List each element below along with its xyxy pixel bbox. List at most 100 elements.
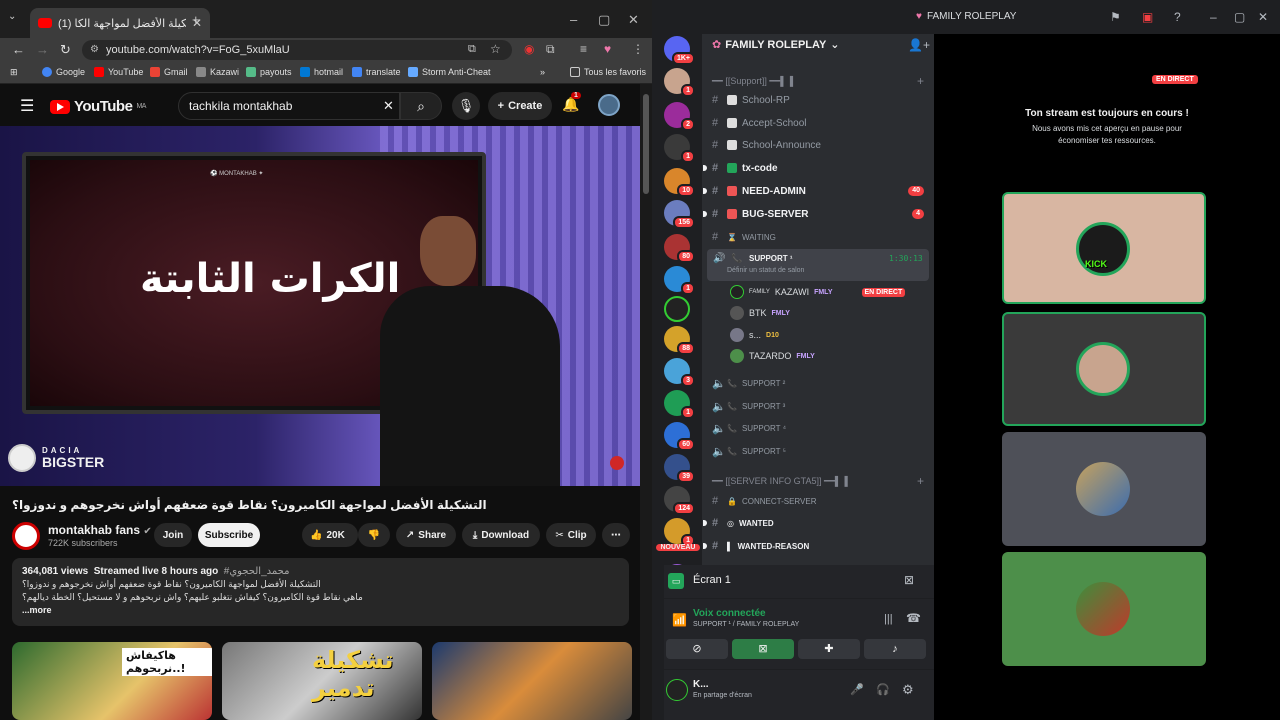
channel-accept-school[interactable]: # Accept-School <box>712 113 924 133</box>
download-button[interactable]: ⤓ Download <box>462 523 540 547</box>
server-name-header[interactable]: ✿ FAMILY ROLEPLAY ⌄ <box>712 38 840 52</box>
discord-close-icon[interactable]: ✕ <box>1258 10 1268 24</box>
channel-school-announce[interactable]: # School-Announce <box>712 135 924 155</box>
disconnect-icon[interactable]: ☎ <box>906 611 921 625</box>
voice-member[interactable]: TAZARDO FMLY <box>730 346 815 366</box>
add-channel-icon[interactable]: + <box>917 474 924 488</box>
forward-icon[interactable]: → <box>36 42 49 57</box>
camera-button[interactable]: ⊘ <box>666 639 728 659</box>
bookmark-kazawi[interactable]: Kazawi <box>196 67 239 77</box>
voice-member[interactable]: BTK FMLY <box>730 303 790 323</box>
channel-status-hint[interactable]: Définir un statut de salon <box>727 267 804 274</box>
add-member-icon[interactable]: 👤+ <box>908 38 930 52</box>
back-icon[interactable]: ← <box>12 42 25 57</box>
voice-channel-support-5[interactable]: 🔈 📞 SUPPORT ⁵ <box>712 441 924 461</box>
bookmark-storm[interactable]: Storm Anti-Cheat <box>408 67 491 77</box>
server-item[interactable]: 3 <box>664 358 695 387</box>
voice-channel-support-4[interactable]: 🔈 📞 SUPPORT ⁴ <box>712 418 924 438</box>
site-info-icon[interactable]: ⚙ <box>90 44 99 55</box>
server-item[interactable]: 60 <box>664 422 695 451</box>
discord-minimize-icon[interactable]: – <box>1210 10 1217 24</box>
channel-wanted-reason[interactable]: # ▌ WANTED-REASON <box>712 536 924 556</box>
settings-gear-icon[interactable]: ⚙ <box>902 682 914 698</box>
create-button[interactable]: + Create <box>488 92 552 120</box>
more-actions-button[interactable]: ⋯ <box>602 523 630 547</box>
share-button[interactable]: ↗ Share <box>396 523 456 547</box>
hashtag[interactable]: #محمد_الحجوي <box>224 566 290 577</box>
recommended-video-2[interactable]: تشكيلة تدمير <box>222 642 422 720</box>
hamburger-menu-icon[interactable]: ☰ <box>20 96 34 116</box>
user-avatar[interactable] <box>666 679 688 701</box>
media-icon[interactable]: ≡ <box>580 42 587 56</box>
server-item[interactable]: 39 <box>664 454 695 483</box>
bookmark-payouts[interactable]: payouts <box>246 67 292 77</box>
description-box[interactable]: 364,081 views Streamed live 8 hours ago … <box>12 558 629 626</box>
notifications-button[interactable]: 🔔 1 <box>562 92 581 113</box>
page-scrollbar[interactable] <box>640 84 652 720</box>
stop-share-icon[interactable]: ⊠ <box>904 573 914 587</box>
voice-channel-support-3[interactable]: 🔈 📞 SUPPORT ³ <box>712 396 924 416</box>
server-item[interactable] <box>664 296 690 322</box>
bookmark-star-icon[interactable]: ☆ <box>490 42 501 56</box>
server-item[interactable]: 156 <box>664 200 695 229</box>
server-item[interactable]: 1 <box>664 68 695 97</box>
bookmarks-overflow-icon[interactable]: » <box>540 67 545 77</box>
server-item[interactable]: 1 <box>664 266 695 295</box>
minimize-icon[interactable]: – <box>570 12 577 27</box>
voice-search-button[interactable]: 🎙 <box>452 92 480 120</box>
omnibox[interactable]: ⚙ youtube.com/watch?v=FoG_5xuMlaU ⧉ ☆ <box>82 40 512 60</box>
clip-button[interactable]: ✂ Clip <box>546 523 596 547</box>
help-icon[interactable]: ? <box>1174 10 1181 24</box>
dislike-button[interactable]: 👎 <box>358 523 390 547</box>
noise-suppression-icon[interactable]: ||| <box>884 613 893 625</box>
activities-button[interactable]: ✚ <box>798 639 860 659</box>
channel-name[interactable]: montakhab fans ✔ <box>48 523 152 537</box>
soundboard-button[interactable]: ♪ <box>864 639 926 659</box>
voice-member[interactable]: s... D10 <box>730 325 779 345</box>
server-item[interactable]: 2 <box>664 102 695 131</box>
bookmark-gmail[interactable]: Gmail <box>150 67 188 77</box>
menu-icon[interactable]: ⋮ <box>632 42 644 56</box>
youtube-logo[interactable]: YouTube MA <box>50 98 146 115</box>
user-name[interactable]: K... <box>693 679 709 690</box>
extensions-icon[interactable]: ⧉ <box>546 42 555 57</box>
server-item[interactable]: 1 <box>664 518 695 547</box>
channel-connect-server[interactable]: # 🔒 CONNECT-SERVER <box>712 491 924 511</box>
close-window-icon[interactable]: ✕ <box>628 12 639 28</box>
tab-youtube[interactable]: (1) التشكيلة الأفضل لمواجهة الكا ✕ <box>30 8 210 38</box>
participant-tile[interactable] <box>1002 432 1206 546</box>
apps-icon[interactable]: ⊞ <box>10 67 18 78</box>
channel-waiting[interactable]: # ⌛ WAITING <box>712 227 924 247</box>
reload-icon[interactable]: ↻ <box>60 42 71 58</box>
subscribe-button[interactable]: Subscribe <box>198 523 260 547</box>
channel-need-admin[interactable]: # NEED-ADMIN 40 <box>712 181 924 201</box>
bookmark-google[interactable]: Google <box>42 67 85 77</box>
server-item[interactable]: 88 <box>664 326 695 355</box>
server-item[interactable]: 124 <box>664 486 695 515</box>
participant-tile[interactable] <box>1002 552 1206 666</box>
search-input[interactable]: tachkila montakhab ✕ <box>178 92 400 120</box>
bookmark-hotmail[interactable]: hotmail <box>300 67 343 77</box>
profile-icon[interactable]: ♥ <box>604 42 611 56</box>
extension-red-icon[interactable]: ◉ <box>524 42 534 56</box>
channel-wanted[interactable]: # ◎ WANTED <box>712 513 924 533</box>
join-button[interactable]: Join <box>154 523 192 547</box>
participant-tile[interactable]: KICK <box>1002 192 1206 304</box>
account-avatar[interactable] <box>598 94 620 116</box>
flag-icon[interactable]: ⚑ <box>1110 10 1121 24</box>
participant-tile[interactable] <box>1002 312 1206 426</box>
voice-channel-support-1[interactable]: 🔊 📞 SUPPORT ¹ 1:30:13 Définir un statut … <box>707 249 929 281</box>
screen-share-icon[interactable]: ▣ <box>1142 10 1153 24</box>
voice-location[interactable]: SUPPORT ¹ / FAMILY ROLEPLAY <box>693 621 799 628</box>
bookmark-translate[interactable]: translate <box>352 67 401 77</box>
install-icon[interactable]: ⧉ <box>468 43 476 56</box>
video-player[interactable]: ⚽ MONTAKHAB ✦ الكرات الثابتة DACIA BIGSTE… <box>0 126 640 486</box>
like-button[interactable]: 👍 20K <box>302 523 358 547</box>
server-item[interactable]: 1 <box>664 134 695 163</box>
channel-school-rp[interactable]: # School-RP <box>712 90 924 110</box>
server-item[interactable]: 1 <box>664 390 695 419</box>
channel-tx-code[interactable]: # tx-code <box>712 158 924 178</box>
all-bookmarks[interactable]: Tous les favoris <box>570 67 646 77</box>
server-item[interactable]: 80 <box>664 234 695 263</box>
new-tab-icon[interactable]: + <box>192 12 200 27</box>
